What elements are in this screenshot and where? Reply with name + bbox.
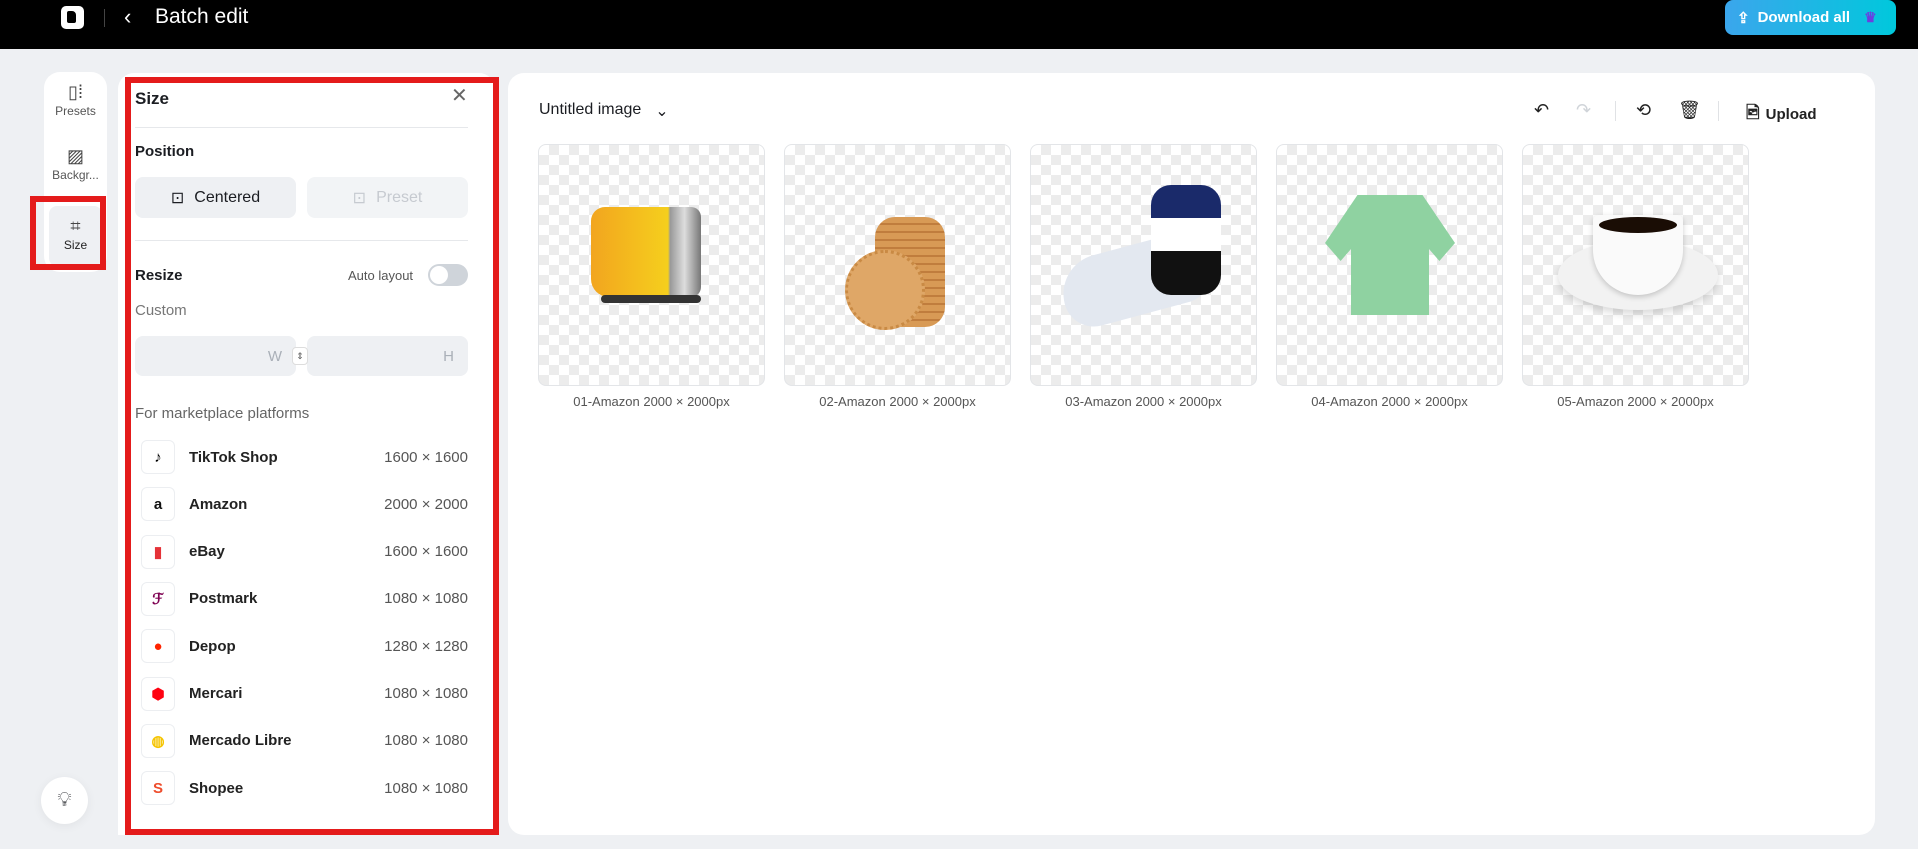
- crop-icon: ⌗: [70, 216, 81, 236]
- panel-title: Size: [135, 89, 170, 108]
- center-focus-icon: ⊡: [170, 189, 185, 207]
- platform-row[interactable]: S Shopee 1080 × 1080: [141, 768, 468, 808]
- divider: [135, 240, 468, 241]
- platform-name: Depop: [189, 637, 236, 655]
- rail-item-presets[interactable]: ▯⁞ Presets: [49, 72, 102, 132]
- image-caption: 01-Amazon 2000 × 2000px: [573, 394, 730, 409]
- platform-size: 1080 × 1080: [384, 590, 468, 608]
- background-icon: ▨: [66, 146, 84, 166]
- platform-logo-icon: ℱ: [141, 581, 175, 616]
- image-caption: 04-Amazon 2000 × 2000px: [1311, 394, 1468, 409]
- size-panel: Size ✕ Position ⊡ Centered ⊡ Preset Resize…: [118, 73, 495, 835]
- custom-label: Custom: [135, 302, 187, 319]
- platform-logo-icon: S: [141, 771, 175, 806]
- platform-row[interactable]: ◍ Mercado Libre 1080 × 1080: [141, 721, 468, 761]
- undo-icon[interactable]: ↶: [1534, 100, 1549, 121]
- platform-size: 1080 × 1080: [384, 685, 468, 702]
- platform-size: 1080 × 1080: [384, 732, 468, 750]
- aspect-lock-icon[interactable]: ⇕: [292, 347, 308, 365]
- platform-name: Postmark: [189, 590, 258, 608]
- platform-logo-icon: ▮: [141, 534, 175, 569]
- platform-size: 1600 × 1600: [384, 448, 468, 466]
- crown-icon: ♛: [1864, 9, 1877, 25]
- image-card[interactable]: [1276, 144, 1503, 386]
- download-all-button[interactable]: ⇪ Download all ♛: [1725, 0, 1896, 35]
- image-caption: 03-Amazon 2000 × 2000px: [1065, 394, 1222, 409]
- auto-layout-label: Auto layout: [348, 268, 414, 283]
- preset-label: Preset: [376, 188, 423, 206]
- image-card[interactable]: [1030, 144, 1257, 386]
- document-title-dropdown[interactable]: Untitled image ⌄: [539, 101, 669, 121]
- image-card[interactable]: [784, 144, 1011, 386]
- platform-logo-icon: ◍: [141, 723, 175, 758]
- presets-icon: ▯⁞: [68, 82, 83, 102]
- lightbulb-icon: 💡︎: [57, 789, 72, 811]
- rail-item-background[interactable]: ▨ Backgr...: [49, 136, 102, 196]
- platform-row[interactable]: ℱ Postmark 1080 × 1080: [141, 579, 468, 619]
- rail-label: Backgr...: [52, 168, 99, 182]
- upload-share-icon: ⇪: [1737, 9, 1750, 27]
- width-input[interactable]: W: [135, 336, 296, 376]
- platform-name: Amazon: [189, 495, 248, 513]
- preset-focus-icon: ⊡: [352, 189, 367, 207]
- centered-button[interactable]: ⊡ Centered: [135, 177, 296, 218]
- resize-heading: Resize: [135, 267, 183, 284]
- document-title: Untitled image: [539, 101, 642, 118]
- divider: [104, 9, 105, 27]
- rail-label: Presets: [55, 104, 96, 118]
- platform-name: TikTok Shop: [189, 448, 278, 466]
- platform-logo-icon: a: [141, 487, 175, 522]
- trash-icon[interactable]: 🗑︎: [1678, 100, 1701, 121]
- marketplace-heading: For marketplace platforms: [135, 405, 310, 422]
- platform-logo-icon: ●: [141, 629, 175, 664]
- platform-logo-icon: ⬢: [141, 676, 175, 711]
- close-icon[interactable]: ✕: [451, 83, 468, 108]
- platform-name: Mercari: [189, 685, 243, 702]
- centered-label: Centered: [194, 188, 261, 206]
- tips-button[interactable]: 💡︎: [41, 777, 88, 824]
- image-card[interactable]: [538, 144, 765, 386]
- divider: [135, 127, 468, 128]
- upload-label: Upload: [1765, 106, 1817, 123]
- add-image-icon: 🖻︎: [1746, 103, 1760, 122]
- platform-size: 1600 × 1600: [384, 543, 468, 561]
- position-heading: Position: [135, 143, 195, 160]
- redo-icon[interactable]: ↷: [1576, 100, 1591, 121]
- replace-icon[interactable]: ⟲: [1636, 100, 1651, 121]
- platform-size: 2000 × 2000: [384, 495, 468, 513]
- image-card[interactable]: [1522, 144, 1749, 386]
- divider: [1615, 101, 1616, 121]
- image-caption: 02-Amazon 2000 × 2000px: [819, 394, 976, 409]
- download-all-label: Download all: [1757, 9, 1851, 26]
- platform-logo-icon: ♪: [141, 440, 175, 474]
- height-input[interactable]: H: [307, 336, 468, 376]
- page-title: Batch edit: [155, 5, 249, 28]
- rail-item-size[interactable]: ⌗ Size: [49, 206, 102, 266]
- divider: [1718, 101, 1719, 121]
- platform-name: Mercado Libre: [189, 732, 292, 750]
- auto-layout-toggle[interactable]: [428, 264, 468, 286]
- top-bar: ‹ Batch edit ⇪ Download all ♛: [0, 0, 1918, 49]
- preset-button[interactable]: ⊡ Preset: [307, 177, 468, 218]
- tool-rail: ▯⁞ Presets ▨ Backgr... ⌗ Size: [44, 72, 107, 272]
- canvas-area: Untitled image ⌄ ↶ ↷ ⟲ 🗑︎ 🖻︎ Upload 01-Ama…: [508, 73, 1875, 835]
- platform-row[interactable]: ♪ TikTok Shop 1600 × 1600: [141, 437, 468, 477]
- platform-row[interactable]: a Amazon 2000 × 2000: [141, 484, 468, 524]
- rail-label: Size: [63, 238, 88, 252]
- upload-button[interactable]: 🖻︎ Upload: [1746, 100, 1817, 129]
- chevron-down-icon: ⌄: [655, 103, 669, 120]
- platform-row[interactable]: ⬢ Mercari 1080 × 1080: [141, 674, 468, 714]
- platform-name: eBay: [189, 543, 225, 561]
- back-chevron-icon[interactable]: ‹: [124, 4, 131, 30]
- platform-size: 1280 × 1280: [384, 637, 468, 655]
- image-caption: 05-Amazon 2000 × 2000px: [1557, 394, 1714, 409]
- platform-row[interactable]: ▮ eBay 1600 × 1600: [141, 532, 468, 572]
- platform-size: 1080 × 1080: [384, 779, 468, 797]
- app-logo[interactable]: [61, 6, 84, 29]
- platform-row[interactable]: ● Depop 1280 × 1280: [141, 626, 468, 666]
- platform-name: Shopee: [189, 779, 244, 797]
